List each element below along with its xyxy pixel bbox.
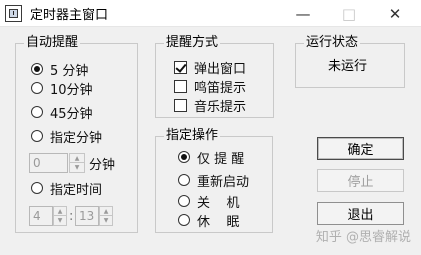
checkbox-music[interactable]: 音乐提示 [174,96,246,115]
minutes-unit-label: 分钟 [89,157,116,173]
minute-input[interactable]: 13 [75,206,99,226]
title-bar: 定时器主窗口 — □ ✕ [0,0,421,27]
radio-icon [31,106,43,118]
checkbox-icon [174,79,187,93]
spin-up-icon[interactable]: ▲ [100,207,112,216]
radio-icon [31,182,43,194]
watermark: 知乎 @思睿解说 [315,230,411,245]
exit-button[interactable]: 退出 [317,202,404,225]
specified-action-title: 指定操作 [164,128,221,144]
checkbox-beep[interactable]: 鸣笛提示 [174,77,246,96]
radio-shutdown[interactable]: 关 机 [178,192,240,211]
minimize-button[interactable]: — [280,0,326,27]
checkbox-icon [174,60,187,74]
window-title: 定时器主窗口 [30,8,109,23]
spin-down-icon[interactable]: ▼ [54,216,66,225]
close-button[interactable]: ✕ [372,0,418,27]
stop-button: 停止 [317,169,404,192]
run-status-value: 未运行 [328,59,368,74]
minutes-spinner[interactable]: ▲ ▼ [69,153,85,173]
checkbox-popup-window[interactable]: 弹出窗口 [174,58,246,77]
radio-icon [178,151,190,163]
spin-up-icon[interactable]: ▲ [70,154,84,163]
minutes-input[interactable]: 0 [29,153,68,173]
maximize-button: □ [341,4,357,23]
ok-button[interactable]: 确定 [317,137,404,160]
spin-down-icon[interactable]: ▼ [100,216,112,225]
radio-sleep[interactable]: 休 眠 [178,211,240,230]
hour-input[interactable]: 4 [29,206,53,226]
spin-up-icon[interactable]: ▲ [54,207,66,216]
radio-icon [178,195,190,207]
radio-icon [31,130,43,142]
hour-spinner[interactable]: ▲ ▼ [53,206,67,226]
radio-icon [31,63,43,75]
radio-icon [31,82,43,94]
auto-reminder-title: 自动提醒 [24,35,81,51]
time-separator: : [69,208,74,224]
radio-specified-minutes[interactable]: 指定分钟 [31,127,102,146]
radio-45-minutes[interactable]: 45分钟 [31,103,93,122]
radio-restart[interactable]: 重新启动 [178,171,249,190]
checkbox-icon [174,98,187,112]
spin-down-icon[interactable]: ▼ [70,163,84,172]
app-icon [5,5,22,22]
radio-5-minutes[interactable]: 5 分钟 [31,60,88,79]
radio-specified-time[interactable]: 指定时间 [31,179,102,198]
radio-remind-only[interactable]: 仅 提 醒 [178,148,244,167]
reminder-mode-title: 提醒方式 [164,35,221,51]
run-status-title: 运行状态 [304,35,361,51]
radio-icon [178,214,190,226]
radio-10-minutes[interactable]: 10分钟 [31,79,93,98]
radio-icon [178,174,190,186]
minute-spinner[interactable]: ▲ ▼ [99,206,113,226]
